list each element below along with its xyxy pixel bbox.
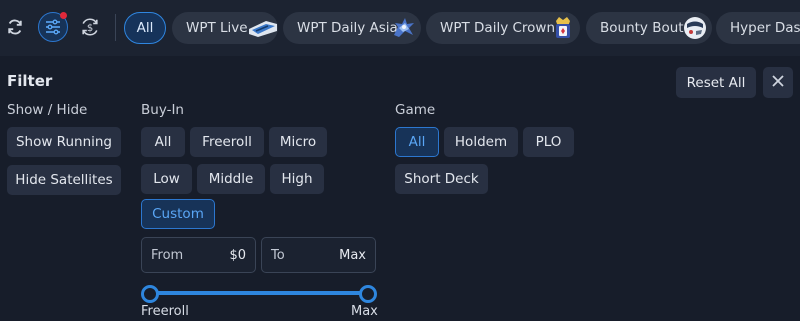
buyin-slider-track[interactable] [149, 291, 368, 295]
game-label: Game [395, 102, 436, 118]
chip-wpt-live[interactable]: WPT Live [172, 12, 278, 44]
slider-min-label: Freeroll [141, 304, 189, 319]
buyin-middle-button[interactable]: Middle [197, 164, 265, 194]
from-value: $0 [229, 247, 246, 263]
bounty-bout-thumbnail-icon [682, 15, 708, 41]
buyin-all-button[interactable]: All [141, 127, 185, 157]
show-hide-label: Show / Hide [7, 102, 88, 118]
filter-title: Filter [7, 72, 53, 90]
chip-wpt-daily-asia[interactable]: WPT Daily Asia [283, 12, 421, 44]
game-plo-button[interactable]: PLO [523, 127, 574, 157]
close-button[interactable] [763, 67, 793, 98]
slider-max-label: Max [351, 304, 378, 319]
buyin-slider-min-handle[interactable] [141, 285, 159, 303]
chip-label: WPT Live [186, 20, 248, 36]
chip-bounty-bout[interactable]: Bounty Bout [586, 12, 712, 44]
currency-exchange-icon: $ [79, 16, 101, 38]
refresh-icon [5, 17, 25, 37]
wpt-live-thumbnail-icon [248, 15, 277, 41]
notification-dot [60, 12, 67, 19]
buyin-freeroll-button[interactable]: Freeroll [190, 127, 264, 157]
from-label: From [151, 247, 184, 263]
buyin-low-button[interactable]: Low [141, 164, 192, 194]
from-field[interactable]: From $0 [141, 237, 256, 273]
hide-satellites-button[interactable]: Hide Satellites [7, 165, 121, 195]
currency-button[interactable]: $ [75, 12, 105, 42]
chip-label: Hyper Dash [730, 20, 800, 36]
buyin-slider-max-handle[interactable] [359, 285, 377, 303]
chip-label: Bounty Bout [600, 20, 684, 36]
chip-label: WPT Daily Asia [297, 20, 398, 36]
game-short-deck-button[interactable]: Short Deck [395, 164, 488, 194]
game-holdem-button[interactable]: Holdem [444, 127, 518, 157]
wpt-daily-crown-thumbnail-icon [550, 15, 576, 41]
chip-all[interactable]: All [124, 12, 166, 44]
chip-label: WPT Daily Crown [440, 20, 556, 36]
game-all-button[interactable]: All [395, 127, 439, 157]
buyin-micro-button[interactable]: Micro [269, 127, 327, 157]
svg-text:$: $ [87, 23, 93, 34]
toolbar-divider [115, 14, 116, 41]
buyin-custom-button[interactable]: Custom [141, 199, 215, 229]
refresh-button[interactable] [0, 12, 30, 42]
show-running-button[interactable]: Show Running [7, 127, 121, 157]
top-filter-bar: $ All WPT Live WPT Daily Asia WPT Daily … [0, 0, 800, 56]
reset-all-button[interactable]: Reset All [676, 67, 756, 98]
wpt-daily-asia-thumbnail-icon [391, 15, 417, 41]
chip-wpt-daily-crown[interactable]: WPT Daily Crown [426, 12, 580, 44]
chip-hyper-dash[interactable]: Hyper Dash [716, 12, 800, 44]
buy-in-label: Buy-In [141, 102, 184, 118]
close-icon [771, 73, 785, 92]
to-field[interactable]: To Max [261, 237, 376, 273]
chip-label: All [136, 20, 154, 36]
filter-toggle-button[interactable] [38, 12, 68, 42]
filter-sliders-icon [44, 18, 62, 36]
buyin-high-button[interactable]: High [270, 164, 324, 194]
to-value: Max [339, 247, 366, 263]
to-label: To [271, 247, 285, 263]
